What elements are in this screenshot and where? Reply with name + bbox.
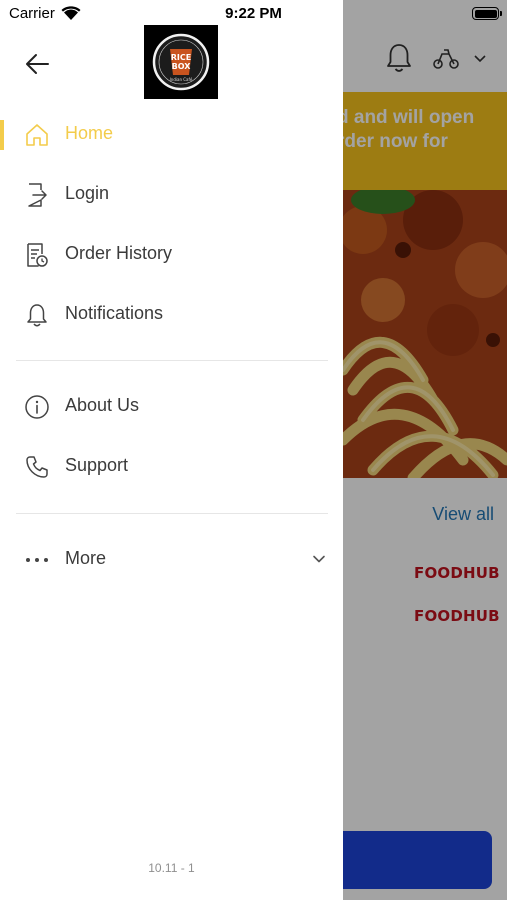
status-bar: Carrier 9:22 PM <box>0 0 507 28</box>
battery-tip <box>500 11 502 16</box>
menu-label-about-us: About Us <box>65 395 140 415</box>
menu-label-notifications: Notifications <box>65 303 164 323</box>
battery-icon <box>472 7 499 20</box>
menu-label-order-history: Order History <box>65 243 173 263</box>
status-time: 9:22 PM <box>225 5 282 22</box>
menu-item-more[interactable]: More <box>0 535 343 585</box>
info-icon <box>25 395 49 419</box>
divider <box>16 513 328 514</box>
home-icon <box>26 124 48 146</box>
logo-text-rice: RICE <box>171 53 191 62</box>
menu-label-support: Support <box>65 455 129 475</box>
menu-label-more: More <box>65 548 107 568</box>
more-dots-icon <box>26 558 48 562</box>
bell-icon <box>27 304 47 327</box>
menu-item-home[interactable]: Home <box>0 110 343 160</box>
menu-item-order-history[interactable]: Order History <box>0 230 343 280</box>
restaurant-logo: RICE BOX Indian Café <box>144 25 218 99</box>
login-icon <box>28 183 47 207</box>
arrow-left-icon <box>26 54 49 74</box>
rice-box-logo: RICE BOX Indian Café <box>152 33 210 91</box>
navigation-drawer: RICE BOX Indian Café Home Login Order Hi… <box>0 0 343 900</box>
menu-label-login: Login <box>65 183 110 203</box>
phone-icon <box>26 456 48 478</box>
divider <box>16 360 328 361</box>
menu-item-notifications[interactable]: Notifications <box>0 290 343 340</box>
logo-text-box: BOX <box>172 62 192 71</box>
menu-label-home: Home <box>65 123 114 143</box>
menu-item-support[interactable]: Support <box>0 442 343 492</box>
menu-item-login[interactable]: Login <box>0 170 343 220</box>
menu-item-about-us[interactable]: About Us <box>0 382 343 432</box>
active-indicator <box>0 120 4 150</box>
logo-tagline: Indian Café <box>170 77 193 82</box>
app-version: 10.11 - 1 <box>148 861 195 875</box>
chevron-down-icon <box>313 555 325 563</box>
back-button[interactable] <box>22 48 54 80</box>
order-history-icon <box>27 243 48 267</box>
